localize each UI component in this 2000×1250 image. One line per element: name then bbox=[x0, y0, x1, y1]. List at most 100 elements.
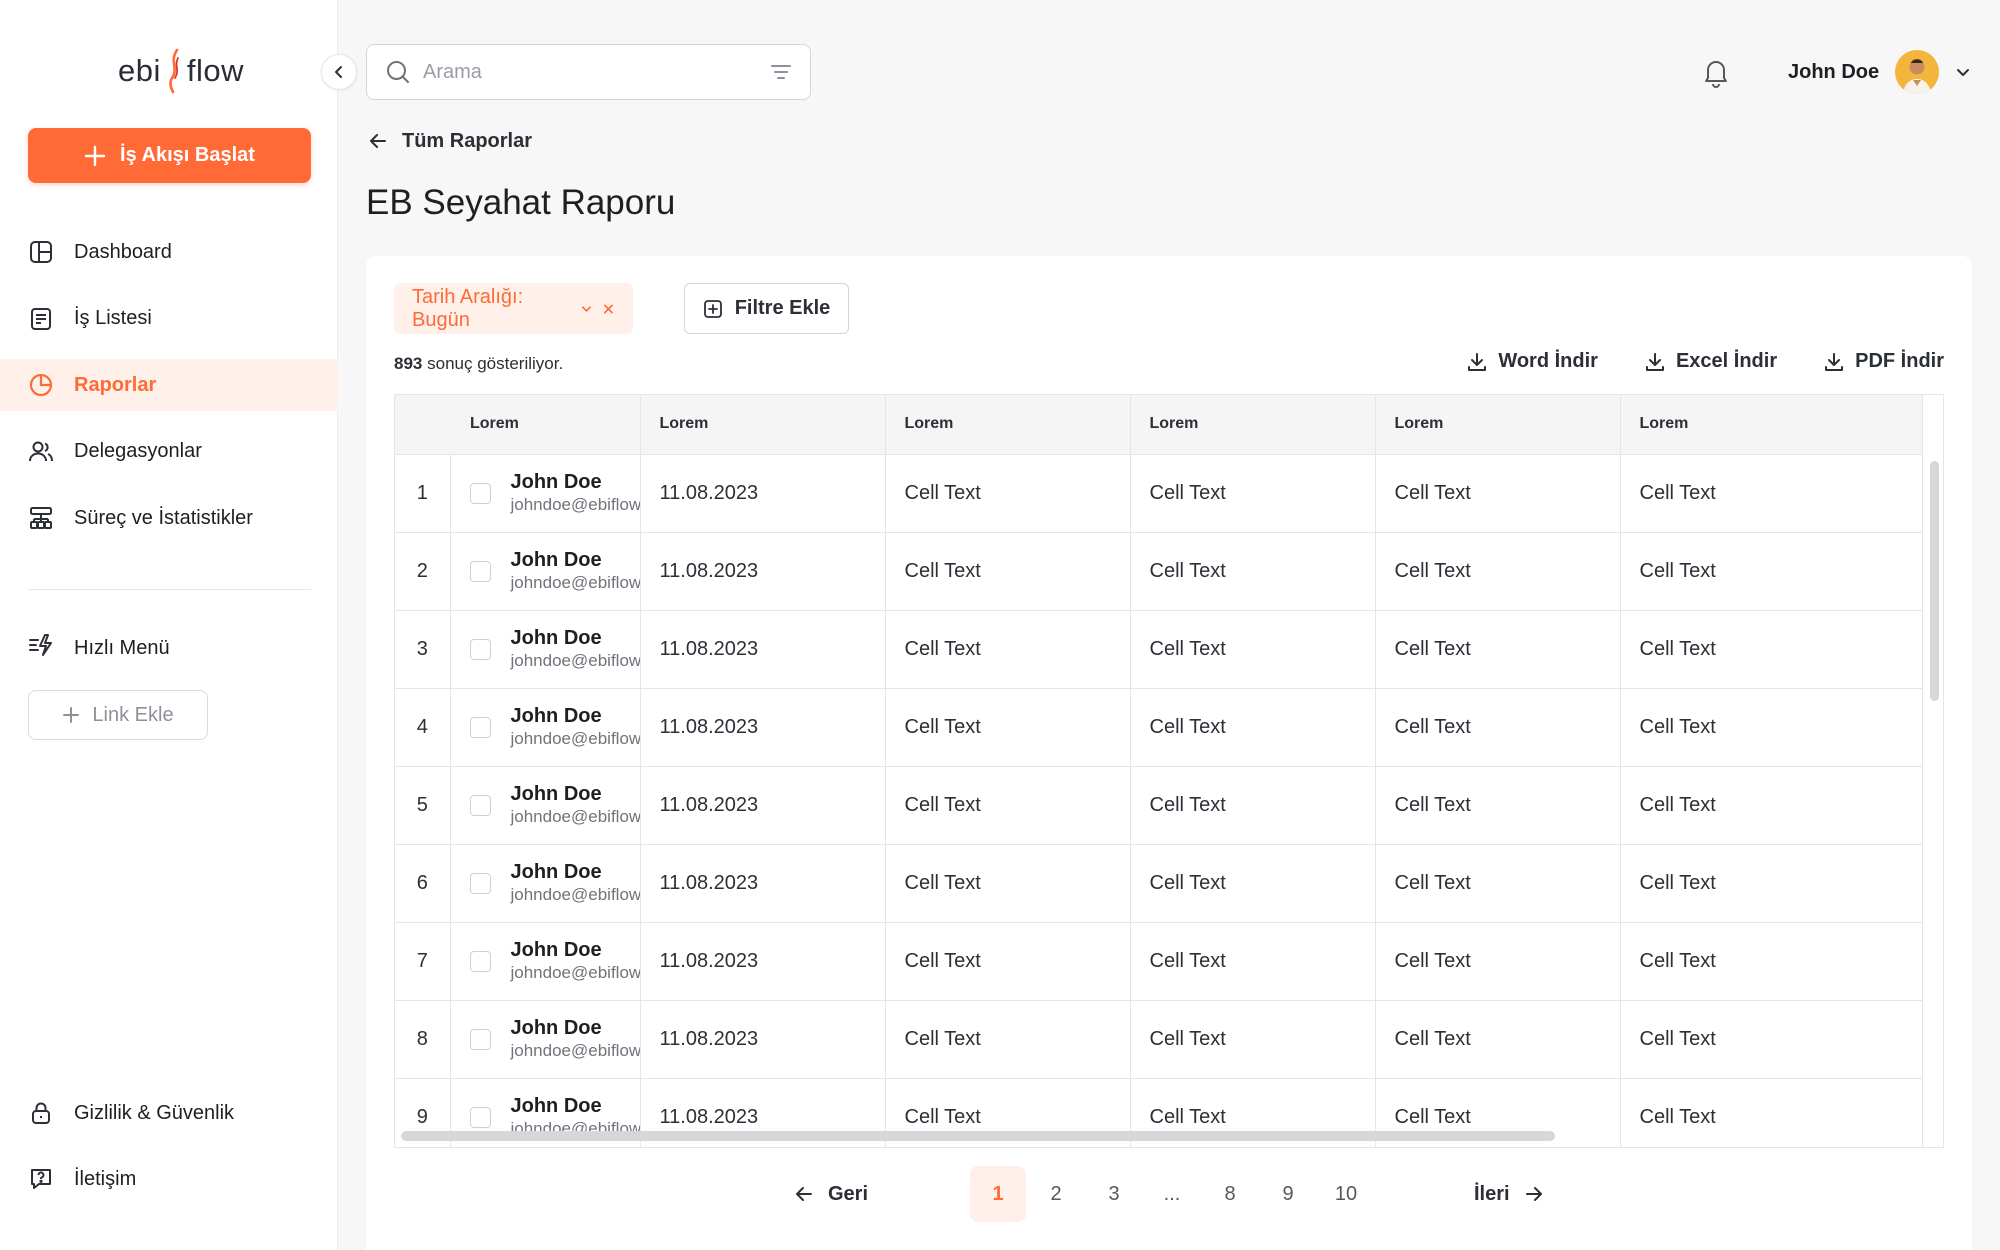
horizontal-scrollbar[interactable] bbox=[401, 1131, 1555, 1141]
search-icon bbox=[387, 61, 409, 83]
column-header[interactable]: Lorem bbox=[885, 395, 1131, 455]
column-header[interactable]: Lorem bbox=[395, 395, 641, 455]
table-cell: Cell Text bbox=[1130, 1000, 1376, 1079]
ebiflow-logo[interactable]: ebi flow bbox=[118, 48, 244, 94]
person-cell: John Doe johndoe@ebiflow.com bbox=[450, 688, 641, 767]
page-number-button[interactable]: 1 bbox=[970, 1166, 1026, 1222]
table-body: 1John Doejohndoe@ebiflow.com11.08.2023Ce… bbox=[395, 454, 1923, 1147]
person-name: John Doe bbox=[510, 1095, 602, 1117]
page-title: EB Seyahat Raporu bbox=[366, 183, 676, 222]
column-header[interactable]: Lorem bbox=[1130, 395, 1376, 455]
date-range-filter-chip[interactable]: Tarih Aralığı: Bugün bbox=[394, 283, 633, 334]
row-checkbox[interactable] bbox=[469, 794, 491, 816]
person-name: John Doe bbox=[510, 471, 602, 493]
column-header[interactable]: Lorem bbox=[1620, 395, 1923, 455]
table-row[interactable]: 3John Doejohndoe@ebiflow.com11.08.2023Ce… bbox=[395, 610, 1923, 689]
user-menu[interactable]: John Doe bbox=[1788, 48, 1971, 96]
person-email: johndoe@ebiflow.com bbox=[510, 885, 640, 904]
table-row[interactable]: 7John Doejohndoe@ebiflow.com11.08.2023Ce… bbox=[395, 922, 1923, 1001]
column-header[interactable]: Lorem bbox=[640, 395, 886, 455]
page-number-button[interactable]: 2 bbox=[1028, 1166, 1084, 1222]
add-link-button[interactable]: Link Ekle bbox=[28, 690, 208, 740]
person-cell: John Doe johndoe@ebiflow.com bbox=[450, 844, 641, 923]
table-row[interactable]: 4John Doejohndoe@ebiflow.com11.08.2023Ce… bbox=[395, 688, 1923, 767]
table-cell: Cell Text bbox=[1620, 610, 1923, 689]
row-index: 4 bbox=[395, 688, 451, 767]
person-email: johndoe@ebiflow.com bbox=[510, 729, 640, 748]
table-cell: Cell Text bbox=[1620, 922, 1923, 1001]
sidebar-item-privacy[interactable]: Gizlilik & Güvenlik bbox=[0, 1087, 338, 1139]
previous-page-button[interactable]: Geri bbox=[794, 1166, 868, 1222]
sidebar-item-delegations[interactable]: Delegasyonlar bbox=[0, 426, 338, 478]
pdf-download-button[interactable]: PDF İndir bbox=[1823, 350, 1944, 373]
row-checkbox[interactable] bbox=[469, 716, 491, 738]
next-page-button[interactable]: İleri bbox=[1474, 1166, 1544, 1222]
row-checkbox[interactable] bbox=[469, 1028, 491, 1050]
date-cell: 11.08.2023 bbox=[640, 922, 886, 1001]
vertical-scrollbar[interactable] bbox=[1930, 461, 1939, 701]
page-number-button[interactable]: 10 bbox=[1318, 1166, 1374, 1222]
start-workflow-button[interactable]: İş Akışı Başlat bbox=[28, 128, 311, 183]
report-table-container[interactable]: Lorem Lorem Lorem Lorem Lorem Lorem 1 Joh… bbox=[394, 394, 1944, 1148]
table-cell: Cell Text bbox=[1130, 766, 1376, 845]
search-input[interactable] bbox=[423, 60, 758, 84]
table-cell: Cell Text bbox=[1375, 688, 1621, 767]
table-row[interactable]: 5John Doejohndoe@ebiflow.com11.08.2023Ce… bbox=[395, 766, 1923, 845]
row-index: 1 bbox=[395, 454, 451, 533]
previous-label: Geri bbox=[828, 1182, 869, 1205]
table-cell: Cell Text bbox=[1620, 766, 1923, 845]
row-checkbox[interactable] bbox=[469, 950, 491, 972]
sidebar-item-task-list[interactable]: İş Listesi bbox=[0, 293, 338, 345]
logo-text-left: ebi bbox=[118, 53, 161, 88]
sidebar-item-label: Raporlar bbox=[74, 373, 157, 396]
table-row[interactable]: 6John Doejohndoe@ebiflow.com11.08.2023Ce… bbox=[395, 844, 1923, 923]
table-row[interactable]: 8John Doejohndoe@ebiflow.com11.08.2023Ce… bbox=[395, 1000, 1923, 1079]
sidebar-bottom-nav: Gizlilik & Güvenlik İletişim bbox=[0, 1087, 338, 1219]
page-number-button[interactable]: 9 bbox=[1260, 1166, 1316, 1222]
row-checkbox[interactable] bbox=[469, 560, 491, 582]
sidebar-item-label: Süreç ve İstatistikler bbox=[74, 506, 253, 529]
excel-download-button[interactable]: Excel İndir bbox=[1644, 350, 1777, 373]
page-number-button[interactable]: 8 bbox=[1202, 1166, 1258, 1222]
page-number-button[interactable]: 3 bbox=[1086, 1166, 1142, 1222]
row-checkbox[interactable] bbox=[469, 638, 491, 660]
sidebar-item-reports[interactable]: Raporlar bbox=[0, 359, 338, 411]
chevron-down-icon bbox=[1957, 69, 1970, 76]
row-index: 8 bbox=[395, 1000, 451, 1079]
quick-menu-title: Hızlı Menü bbox=[28, 632, 170, 664]
word-download-button[interactable]: Word İndir bbox=[1466, 350, 1598, 373]
task-list-icon bbox=[28, 306, 54, 332]
notification-bell-icon[interactable] bbox=[1700, 56, 1732, 88]
table-cell: Cell Text bbox=[885, 1000, 1131, 1079]
sidebar-item-dashboard[interactable]: Dashboard bbox=[0, 226, 338, 278]
person-cell: John Doe johndoe@ebiflow.com bbox=[450, 1000, 641, 1079]
sidebar-item-process-stats[interactable]: Süreç ve İstatistikler bbox=[0, 492, 338, 544]
person-name: John Doe bbox=[510, 783, 602, 805]
table-cell: Cell Text bbox=[1130, 688, 1376, 767]
sidebar: ebi flow İş Akışı Başlat Dashboard İş Li… bbox=[0, 0, 338, 1250]
add-filter-button[interactable]: Filtre Ekle bbox=[684, 283, 849, 334]
download-label: Word İndir bbox=[1498, 350, 1598, 372]
row-index: 3 bbox=[395, 610, 451, 689]
sidebar-item-label: İş Listesi bbox=[74, 307, 152, 329]
back-to-reports-link[interactable]: Tüm Raporlar bbox=[368, 128, 532, 154]
row-checkbox[interactable] bbox=[469, 1106, 491, 1128]
filter-icon[interactable] bbox=[770, 61, 792, 83]
plus-icon bbox=[84, 145, 106, 166]
column-header[interactable]: Lorem bbox=[1375, 395, 1621, 455]
plus-icon bbox=[63, 707, 80, 723]
row-checkbox[interactable] bbox=[469, 482, 491, 504]
table-row[interactable]: 1John Doejohndoe@ebiflow.com11.08.2023Ce… bbox=[395, 454, 1923, 533]
table-row[interactable]: 2John Doejohndoe@ebiflow.com11.08.2023Ce… bbox=[395, 532, 1923, 611]
collapse-sidebar-button[interactable] bbox=[321, 54, 357, 90]
row-index: 5 bbox=[395, 766, 451, 845]
flame-logo-icon bbox=[169, 48, 179, 94]
arrow-right-icon bbox=[1525, 1187, 1542, 1201]
row-checkbox[interactable] bbox=[469, 872, 491, 894]
sidebar-item-contact[interactable]: İletişim bbox=[0, 1153, 338, 1205]
result-count-text: 893 sonuç gösteriliyor. bbox=[394, 354, 563, 374]
date-cell: 11.08.2023 bbox=[640, 454, 886, 533]
date-cell: 11.08.2023 bbox=[640, 766, 886, 845]
close-icon[interactable] bbox=[602, 302, 615, 316]
report-table: Lorem Lorem Lorem Lorem Lorem Lorem 1 Joh… bbox=[395, 395, 1923, 1147]
